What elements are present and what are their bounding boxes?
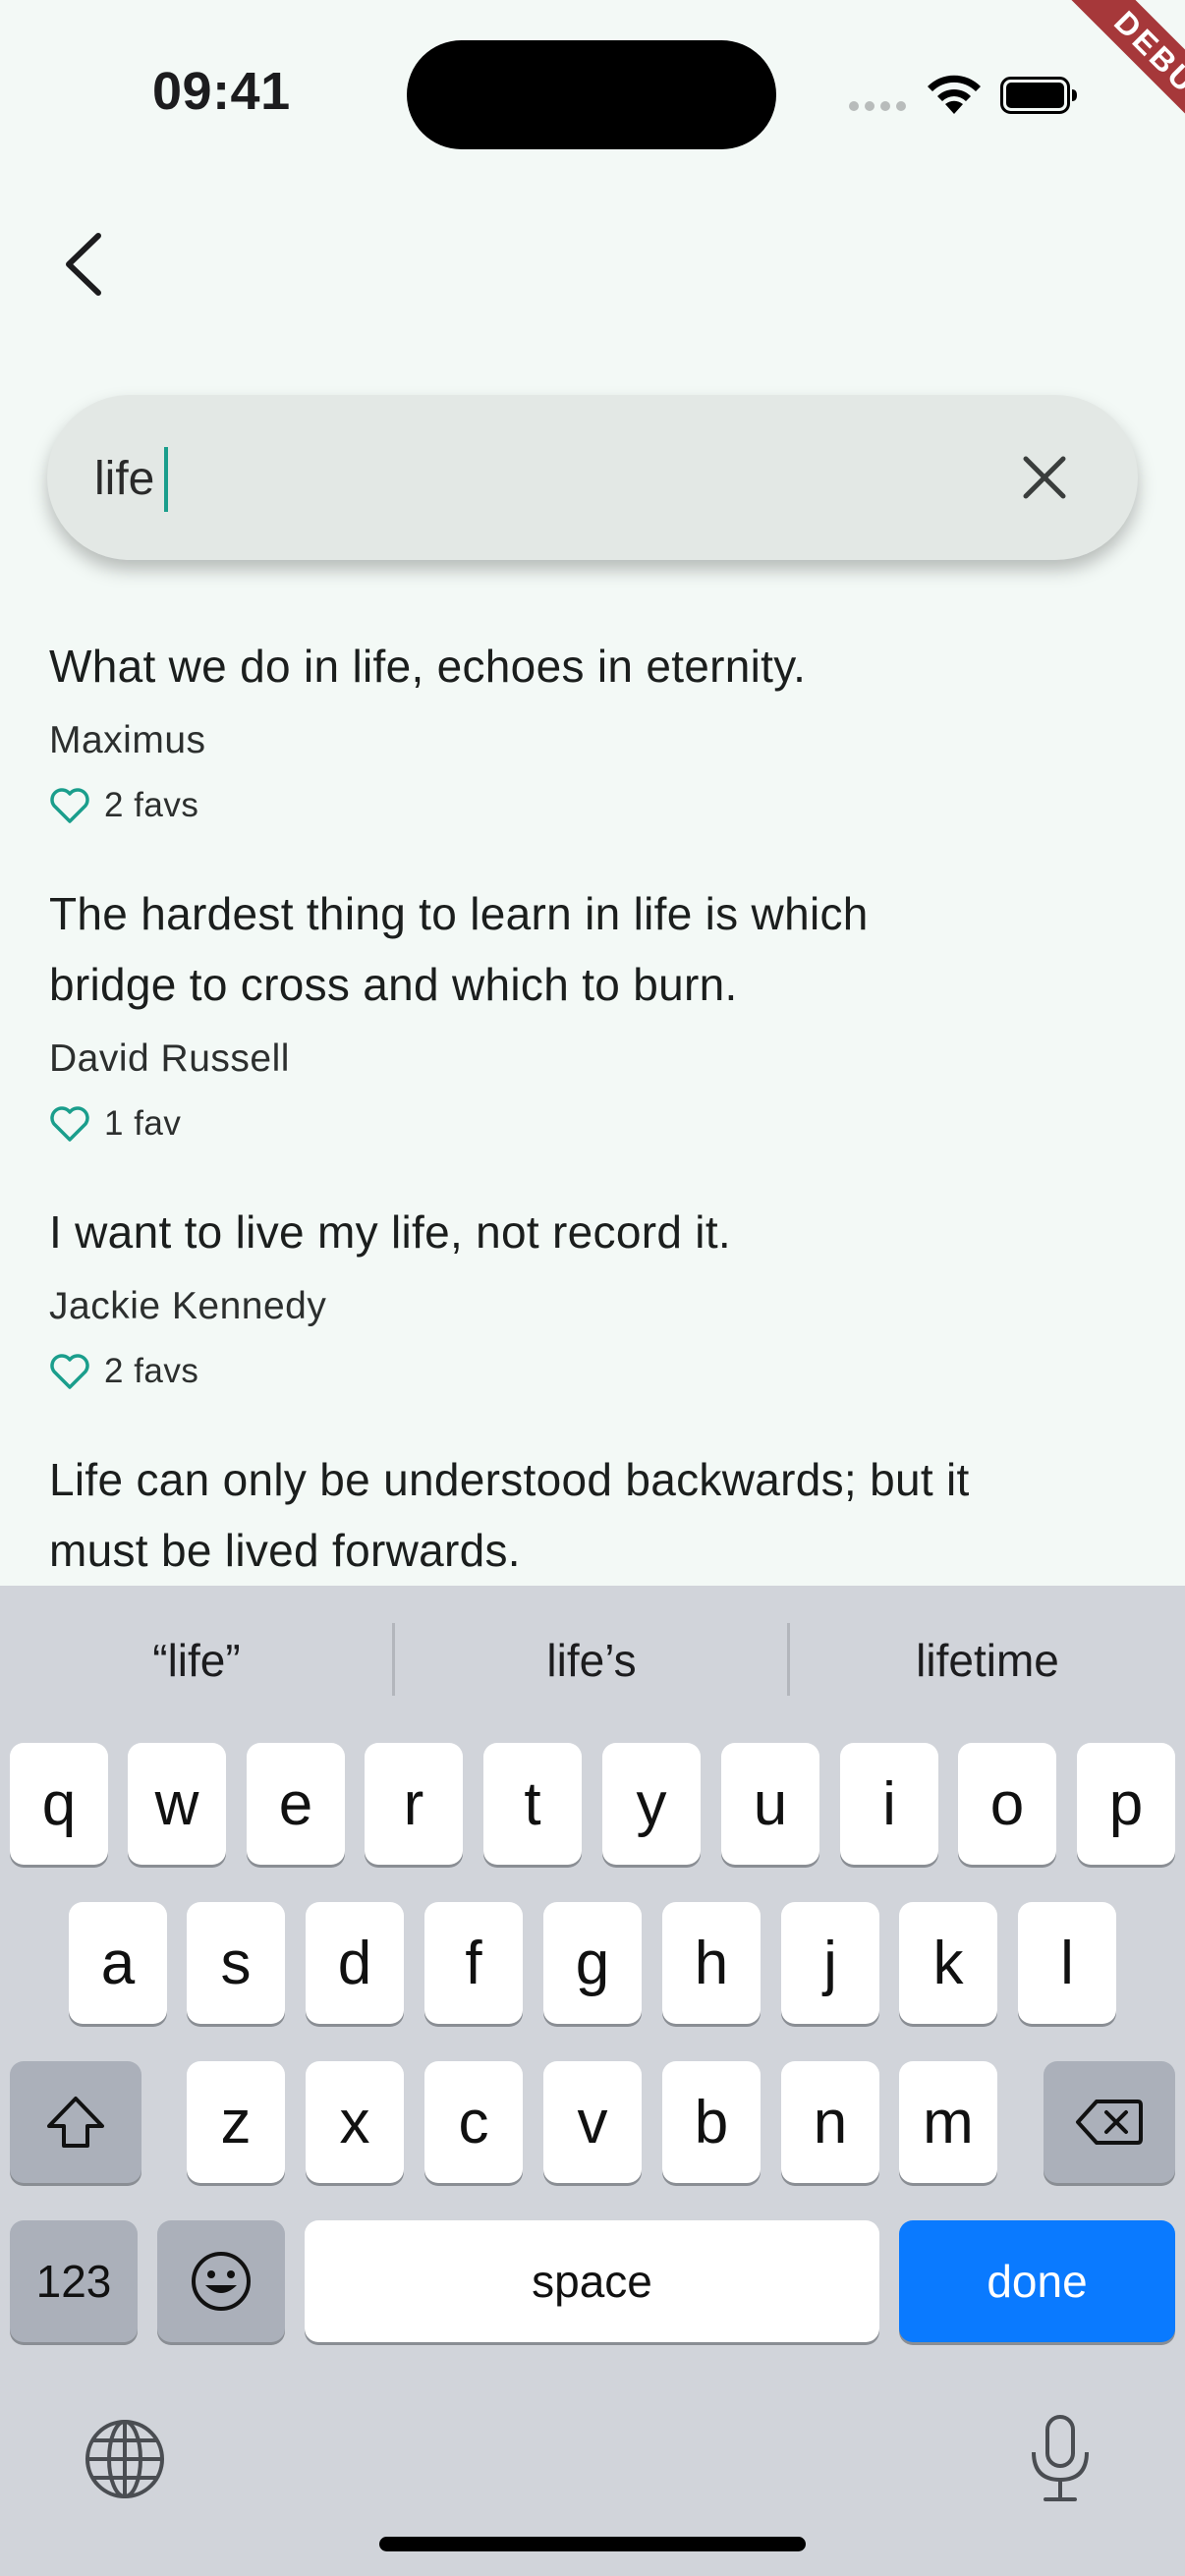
quote-author: Maximus	[49, 719, 206, 761]
favs-count: 2 favs	[104, 1352, 199, 1390]
suggestion-2[interactable]: life’s	[395, 1601, 788, 1719]
quote-text[interactable]: I want to live my life, not record it.	[49, 1197, 1130, 1267]
favs-row: 2 favs	[49, 1352, 198, 1391]
favs-count: 2 favs	[104, 786, 199, 824]
key-t[interactable]: t	[483, 1743, 582, 1865]
key-l[interactable]: l	[1018, 1902, 1116, 2024]
key-w[interactable]: w	[128, 1743, 226, 1865]
key-g[interactable]: g	[543, 1902, 642, 2024]
key-y[interactable]: y	[602, 1743, 701, 1865]
quote-line: What we do in life, echoes in eternity.	[49, 641, 807, 692]
key-k[interactable]: k	[899, 1902, 997, 2024]
key-q[interactable]: q	[10, 1743, 108, 1865]
key-e[interactable]: e	[247, 1743, 345, 1865]
key-a[interactable]: a	[69, 1902, 167, 2024]
key-z[interactable]: z	[187, 2061, 285, 2183]
done-key[interactable]: done	[899, 2220, 1175, 2342]
heart-outline-icon[interactable]	[49, 1353, 90, 1390]
emoji-key[interactable]	[157, 2220, 285, 2342]
quote-line: The hardest thing to learn in life is wh…	[49, 888, 869, 939]
quote-author: Jackie Kennedy	[49, 1285, 327, 1327]
dynamic-island	[407, 40, 776, 149]
favs-row: 1 fav	[49, 1104, 181, 1144]
suggestion-3[interactable]: lifetime	[790, 1601, 1185, 1719]
key-s[interactable]: s	[187, 1902, 285, 2024]
back-button[interactable]	[47, 222, 118, 307]
key-d[interactable]: d	[306, 1902, 404, 2024]
clear-search-button[interactable]	[1014, 447, 1075, 508]
key-h[interactable]: h	[662, 1902, 761, 2024]
debug-label: DEBUG	[1044, 0, 1185, 177]
key-v[interactable]: v	[543, 2061, 642, 2183]
heart-outline-icon[interactable]	[49, 1105, 90, 1143]
key-r[interactable]: r	[365, 1743, 463, 1865]
debug-banner: DEBUG	[1008, 0, 1185, 177]
home-indicator[interactable]	[379, 2537, 806, 2551]
microphone-icon[interactable]	[1026, 2413, 1095, 2503]
cellular-signal-icon	[849, 101, 906, 111]
status-time: 09:41	[152, 62, 291, 121]
wifi-icon	[928, 75, 981, 114]
favs-count: 1 fav	[104, 1104, 182, 1143]
numbers-key[interactable]: 123	[10, 2220, 138, 2342]
quote-line: Life can only be understood backwards; b…	[49, 1454, 970, 1505]
shift-key[interactable]	[10, 2061, 141, 2183]
key-x[interactable]: x	[306, 2061, 404, 2183]
backspace-icon	[1076, 2100, 1143, 2145]
quote-text[interactable]: What we do in life, echoes in eternity.	[49, 631, 1130, 701]
favs-row: 2 favs	[49, 786, 198, 825]
heart-outline-icon[interactable]	[49, 787, 90, 824]
space-key[interactable]: space	[305, 2220, 879, 2342]
key-p[interactable]: p	[1077, 1743, 1175, 1865]
quote-text[interactable]: Life can only be understood backwards; b…	[49, 1444, 1130, 1586]
search-input[interactable]	[94, 444, 979, 513]
key-u[interactable]: u	[721, 1743, 819, 1865]
quote-author: David Russell	[49, 1037, 290, 1080]
key-m[interactable]: m	[899, 2061, 997, 2183]
globe-icon[interactable]	[83, 2417, 167, 2501]
backspace-key[interactable]	[1044, 2061, 1175, 2183]
key-j[interactable]: j	[781, 1902, 879, 2024]
quote-text[interactable]: The hardest thing to learn in life is wh…	[49, 878, 1130, 1020]
key-b[interactable]: b	[662, 2061, 761, 2183]
emoji-icon	[192, 2252, 251, 2311]
suggestion-1[interactable]: “life”	[0, 1601, 393, 1719]
shift-icon	[47, 2097, 104, 2148]
text-caret	[164, 447, 168, 512]
quote-line: must be lived forwards.	[49, 1525, 521, 1576]
key-f[interactable]: f	[424, 1902, 523, 2024]
quote-line: I want to live my life, not record it.	[49, 1206, 731, 1258]
quote-line: bridge to cross and which to burn.	[49, 959, 738, 1010]
key-o[interactable]: o	[958, 1743, 1056, 1865]
key-n[interactable]: n	[781, 2061, 879, 2183]
key-c[interactable]: c	[424, 2061, 523, 2183]
key-i[interactable]: i	[840, 1743, 938, 1865]
